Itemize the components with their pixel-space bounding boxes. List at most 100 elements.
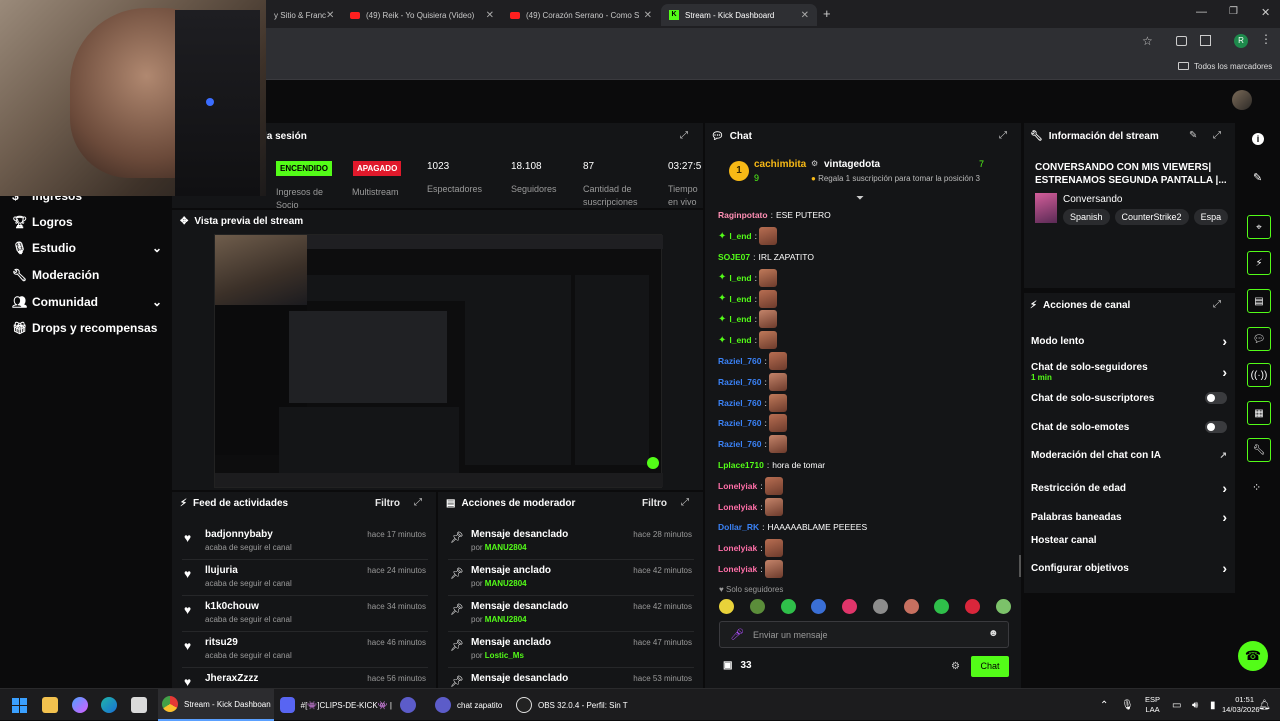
category-name[interactable]: Conversando	[1063, 194, 1122, 205]
chat-input[interactable]: 🎤︎ Enviar un mensaje ☻	[719, 621, 1009, 648]
chat-message[interactable]: ✦ l_end:	[718, 226, 1008, 247]
store-icon[interactable]	[131, 689, 153, 721]
chat-emote[interactable]	[758, 331, 777, 350]
rail-chat-button[interactable]: 💬︎	[1247, 327, 1271, 351]
top-gifter-name[interactable]: cachimbita	[754, 159, 806, 170]
sidebar-item-comunidad[interactable]: 👥︎ Comunidad ⌄	[12, 289, 162, 315]
feed-user[interactable]: ritsu29	[205, 637, 238, 648]
channel-action-item[interactable]: Hostear canal	[1031, 535, 1227, 546]
chat-username[interactable]: Lonelyiak	[718, 543, 757, 553]
notification-icon[interactable]: 🔔︎	[1258, 689, 1271, 721]
restore-icon[interactable]: ❐	[1229, 6, 1238, 17]
rail-panels-button[interactable]: ▦	[1247, 401, 1271, 425]
chat-emote[interactable]	[768, 393, 787, 412]
rail-tools-button[interactable]: 🔧︎	[1247, 438, 1271, 462]
partner-income-badge[interactable]: ENCENDIDO	[276, 161, 333, 176]
chat-username[interactable]: l_end	[729, 273, 751, 283]
tab-reik[interactable]: (49) Reik - Yo Quisiera (Video) ✕	[342, 4, 502, 26]
tab-corazon[interactable]: (49) Corazón Serrano - Como S ✕	[502, 4, 660, 26]
emote-option[interactable]	[811, 599, 827, 614]
chat-username[interactable]: Raziel_760	[718, 398, 761, 408]
taskbar-app-obs[interactable]: OBS 32.0.4 - Perfil: Sin T	[516, 689, 628, 721]
chat-emote[interactable]	[764, 559, 783, 578]
expand-icon[interactable]: ⤢	[1213, 299, 1221, 310]
gift-sub-text[interactable]: ● Regala 1 suscripción para tomar la pos…	[811, 174, 980, 183]
rail-broadcast-button[interactable]: ((·))	[1247, 363, 1271, 387]
star-icon[interactable]: ☆	[1142, 34, 1153, 48]
sidebar-item-moderacion[interactable]: 🔧︎ Moderación	[12, 262, 99, 288]
chat-username[interactable]: SOJE07	[718, 252, 750, 262]
chat-username[interactable]: Raziel_760	[718, 418, 761, 428]
channel-points[interactable]: ▣ 33	[723, 660, 752, 671]
explorer-icon[interactable]	[42, 689, 64, 721]
chat-message[interactable]: Raziel_760:	[718, 413, 1008, 434]
expand-icon[interactable]: ⤢	[999, 130, 1007, 141]
toggle-switch[interactable]	[1205, 392, 1227, 404]
mod-action-item[interactable]: 📌︎ Mensaje desanclado por MANU2804 hace 42 …	[448, 600, 694, 632]
language-indicator[interactable]: ESP LAA	[1145, 695, 1160, 715]
emote-option[interactable]	[719, 599, 734, 614]
channel-action-item[interactable]: Restricción de edad ›	[1031, 480, 1227, 496]
chat-message[interactable]: Lplace1710: hora de tomar	[718, 455, 1008, 476]
emote-option[interactable]	[903, 599, 919, 614]
close-icon[interactable]: ✕	[326, 10, 334, 21]
emote-option[interactable]	[872, 599, 888, 614]
rail-preview-button[interactable]: ⌖	[1247, 215, 1271, 239]
close-icon[interactable]: ✕	[801, 10, 809, 21]
activity-feed-item[interactable]: ♥ badjonnybaby acaba de seguir el canal hac…	[182, 528, 428, 560]
chat-emote[interactable]	[764, 476, 783, 495]
emoji-icon[interactable]: ☻	[988, 628, 999, 639]
sidebar-item-drops[interactable]: 🎁︎ Drops y recompensas	[12, 315, 157, 341]
chat-message[interactable]: Raziel_760:	[718, 434, 1008, 455]
chat-username[interactable]: Lonelyiak	[718, 564, 757, 574]
add-widget-icon[interactable]: ⁘	[1252, 481, 1261, 494]
toggle-switch[interactable]	[1205, 421, 1227, 433]
mod-action-item[interactable]: 📌︎ Mensaje anclado por Lostic_Ms hace 47 mi…	[448, 636, 694, 668]
chat-username[interactable]: Raziel_760	[718, 377, 761, 387]
close-window-icon[interactable]: ✕	[1261, 6, 1270, 19]
mod-action-item[interactable]: 📌︎ Mensaje desanclado por MANU2804 hace 28 …	[448, 528, 694, 560]
channel-action-item[interactable]: Configurar objetivos ›	[1031, 560, 1227, 576]
chat-username[interactable]: l_end	[729, 294, 751, 304]
chat-message[interactable]: Dollar_RK: HAAAAABLAME PEEEES	[718, 517, 1008, 538]
tray-chevron-icon[interactable]: ⌃	[1100, 689, 1108, 721]
chat-emote[interactable]	[768, 372, 787, 391]
chat-emote[interactable]	[768, 435, 787, 454]
emote-option[interactable]	[749, 599, 765, 614]
emote-option[interactable]	[965, 599, 981, 614]
expand-icon[interactable]: ⤢	[680, 130, 688, 141]
rail-feed-button[interactable]: ⚡︎	[1247, 251, 1271, 275]
rail-mod-button[interactable]: ▤	[1247, 289, 1271, 313]
expand-icon[interactable]: ⤢	[681, 497, 689, 508]
chat-username[interactable]: Raginpotato	[718, 210, 768, 220]
multistream-badge[interactable]: APAGADO	[353, 161, 402, 176]
chat-emote[interactable]	[758, 289, 777, 308]
feed-user[interactable]: badjonnybaby	[205, 529, 273, 540]
taskbar-app-chat[interactable]: chat zapatito	[435, 689, 515, 721]
sidebar-item-estudio[interactable]: 🎙︎ Estudio ⌄	[12, 235, 162, 261]
mod-filter-button[interactable]: Filtro	[642, 498, 667, 509]
tag[interactable]: CounterStrike2	[1114, 209, 1189, 225]
activity-feed-item[interactable]: ♥ k1k0chouw acaba de seguir el canal hace 3…	[182, 600, 428, 632]
chat-message[interactable]: ✦ l_end:	[718, 288, 1008, 309]
chat-username[interactable]: Lplace1710	[718, 460, 764, 470]
chat-username[interactable]: Lonelyiak	[718, 481, 757, 491]
chat-username[interactable]: Lonelyiak	[718, 502, 757, 512]
chat-message[interactable]: ✦ l_end:	[718, 267, 1008, 288]
all-bookmarks-link[interactable]: Todos los marcadores	[1194, 62, 1272, 71]
chat-message[interactable]: Raziel_760:	[718, 371, 1008, 392]
expand-icon[interactable]: ⤢	[1213, 130, 1221, 141]
stream-video[interactable]	[214, 234, 663, 488]
pencil-icon[interactable]: ✎	[1253, 171, 1262, 184]
chat-emote[interactable]	[758, 268, 777, 287]
close-icon[interactable]: ✕	[486, 10, 494, 21]
network-icon[interactable]: ▭	[1172, 689, 1181, 721]
emote-option[interactable]	[842, 599, 858, 614]
tag[interactable]: Espa	[1193, 209, 1229, 225]
taskbar-app-chrome[interactable]: Stream - Kick Dashboan	[158, 689, 274, 721]
emote-option[interactable]	[780, 599, 796, 614]
new-tab-button[interactable]: +	[823, 6, 831, 21]
mod-action-item[interactable]: 📌︎ Mensaje anclado por MANU2804 hace 42 min…	[448, 564, 694, 596]
chat-username[interactable]: Raziel_760	[718, 439, 761, 449]
channel-action-item[interactable]: Modo lento ›	[1031, 333, 1227, 349]
